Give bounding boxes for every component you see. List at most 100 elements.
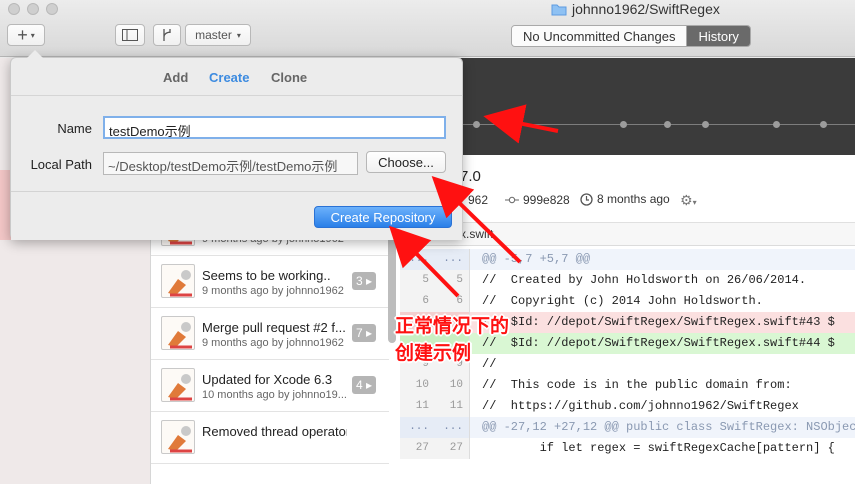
new-line-number: 5 [435,270,470,291]
commit-message: Seems to be working.. [202,268,331,283]
add-repository-button[interactable]: + ▾ [7,24,45,46]
history-row[interactable]: Merge pull request #2 f... 9 months ago b… [151,308,389,360]
zoom-window-button[interactable] [46,3,58,15]
new-line-number: 10 [435,375,470,396]
branch-name: master [195,28,232,42]
window-title: johnno1962/SwiftRegex [572,1,720,17]
old-line-number: ... [400,417,435,438]
tab-clone[interactable]: Clone [271,70,307,85]
commit-author: 962 [468,193,489,207]
old-line-number: 27 [400,438,435,459]
folder-icon [551,4,567,15]
chevron-down-icon: ▾ [236,30,241,40]
branch-button[interactable] [153,24,181,46]
diff-code: // https://github.com/johnno1962/SwiftRe… [482,399,799,413]
commit-message: Merge pull request #2 f... [202,320,346,335]
commit-sha-text: 999e828 [523,193,570,207]
add-repository-popover: Add Create Clone Name testDemo示例 Local P… [10,50,463,240]
diff-line: 11 11 // https://github.com/johnno1962/Swi… [400,396,855,417]
diff-line: 10 10 // This code is in the public domain… [400,375,855,396]
chevron-down-icon: ▾ [30,30,35,40]
diff-line: ...... @@ -27,12 +27,12 @@ public class S… [400,417,855,438]
file-count-badge[interactable]: 7 ▸ [352,324,376,342]
plus-icon: + [17,25,28,45]
old-line-number: ... [400,249,435,270]
diff-file-header[interactable]: x.swift [400,222,855,246]
minimize-window-button[interactable] [27,3,39,15]
local-path-field[interactable]: ~/Desktop/testDemo示例/testDemo示例 [103,152,358,175]
history-row[interactable]: Seems to be working.. 9 months ago by joh… [151,256,389,308]
diff-line: ...... @@ -5,7 +5,7 @@ [400,249,855,270]
timeline-commit-dot[interactable] [820,121,827,128]
avatar [161,420,195,454]
diff-line: 5 5 // Created by John Holdsworth on 26/06… [400,270,855,291]
annotation-line-1: 正常情况下的 [395,316,510,337]
divider [11,191,462,192]
tab-create[interactable]: Create [209,70,249,85]
commit-time-text: 8 months ago [597,192,670,206]
name-label: Name [57,121,92,136]
diff-file-name: x.swift [460,227,494,241]
gear-icon[interactable]: ⚙▾ [680,192,697,209]
new-line-number: 27 [435,438,470,459]
new-line-number: ... [435,249,470,270]
diff-code: @@ -27,12 +27,12 @@ public class SwiftRe… [482,420,855,434]
tab-changes[interactable]: No Uncommitted Changes [512,26,688,46]
old-line-number: 10 [400,375,435,396]
create-repository-button[interactable]: Create Repository [314,206,452,228]
old-line-number: 6 [400,291,435,312]
diff-code: // Copyright (c) 2014 John Holdsworth. [482,294,763,308]
view-segmented-control: No Uncommitted Changes History [511,25,751,47]
close-window-button[interactable] [8,3,20,15]
new-line-number: 11 [435,396,470,417]
window-title-wrap: johnno1962/SwiftRegex [551,1,720,17]
annotation-text: 正常情况下的 创建示例 [395,313,540,367]
diff-line: 27 27 if let regex = swiftRegexCache[patt… [400,438,855,459]
commit-sha[interactable]: 999e828 [505,193,570,207]
old-line-number: 11 [400,396,435,417]
commit-icon [505,196,519,204]
branch-select[interactable]: master ▾ [185,24,251,46]
timeline-commit-dot[interactable] [702,121,709,128]
window-toolbar: johnno1962/SwiftRegex + ▾ master ▾ No Un… [0,0,855,57]
new-line-number: 6 [435,291,470,312]
annotation-line-2: 创建示例 [395,343,472,364]
avatar [161,368,195,402]
diff-code: // This code is in the public domain fro… [482,378,792,392]
tab-history[interactable]: History [687,26,750,46]
timeline-commit-dot[interactable] [664,121,671,128]
clock-icon [580,192,593,206]
timeline-commit-dot[interactable] [773,121,780,128]
commit-title: 7.0 [460,168,481,185]
history-row[interactable]: Removed thread operators [151,412,389,464]
avatar [161,316,195,350]
timeline-commit-dot[interactable] [620,121,627,128]
timeline-line [400,124,855,125]
diff-code: if let regex = swiftRegexCache[pattern] … [482,441,835,455]
diff-code: // Created by John Holdsworth on 26/06/2… [482,273,807,287]
commit-message: Updated for Xcode 6.3 [202,372,333,387]
file-count-badge[interactable]: 4 ▸ [352,376,376,394]
commit-message: Removed thread operators [202,424,347,439]
choose-button[interactable]: Choose... [366,151,446,173]
commit-meta: 10 months ago by johnno19... [202,389,347,401]
name-field[interactable]: testDemo示例 [103,116,446,139]
avatar [161,264,195,298]
toggle-sidebar-button[interactable] [115,24,145,46]
diff-line: 6 6 // Copyright (c) 2014 John Holdsworth. [400,291,855,312]
local-path-label: Local Path [30,157,92,172]
branch-icon [163,29,171,41]
tab-add[interactable]: Add [163,70,188,85]
create-form: Name testDemo示例 Local Path ~/Desktop/tes… [11,95,462,240]
diff-code: @@ -5,7 +5,7 @@ [482,252,591,266]
old-line-number: 5 [400,270,435,291]
commit-meta: 9 months ago by johnno1962 [202,285,344,297]
timeline-commit-dot[interactable] [473,121,480,128]
commit-time: 8 months ago [580,192,670,206]
sidebar-icon [122,29,138,41]
history-timeline[interactable] [400,58,855,155]
popover-arrow [27,50,43,58]
history-row[interactable]: Updated for Xcode 6.3 10 months ago by jo… [151,360,389,412]
file-count-badge[interactable]: 3 ▸ [352,272,376,290]
commit-meta: 9 months ago by johnno1962 [202,337,344,349]
